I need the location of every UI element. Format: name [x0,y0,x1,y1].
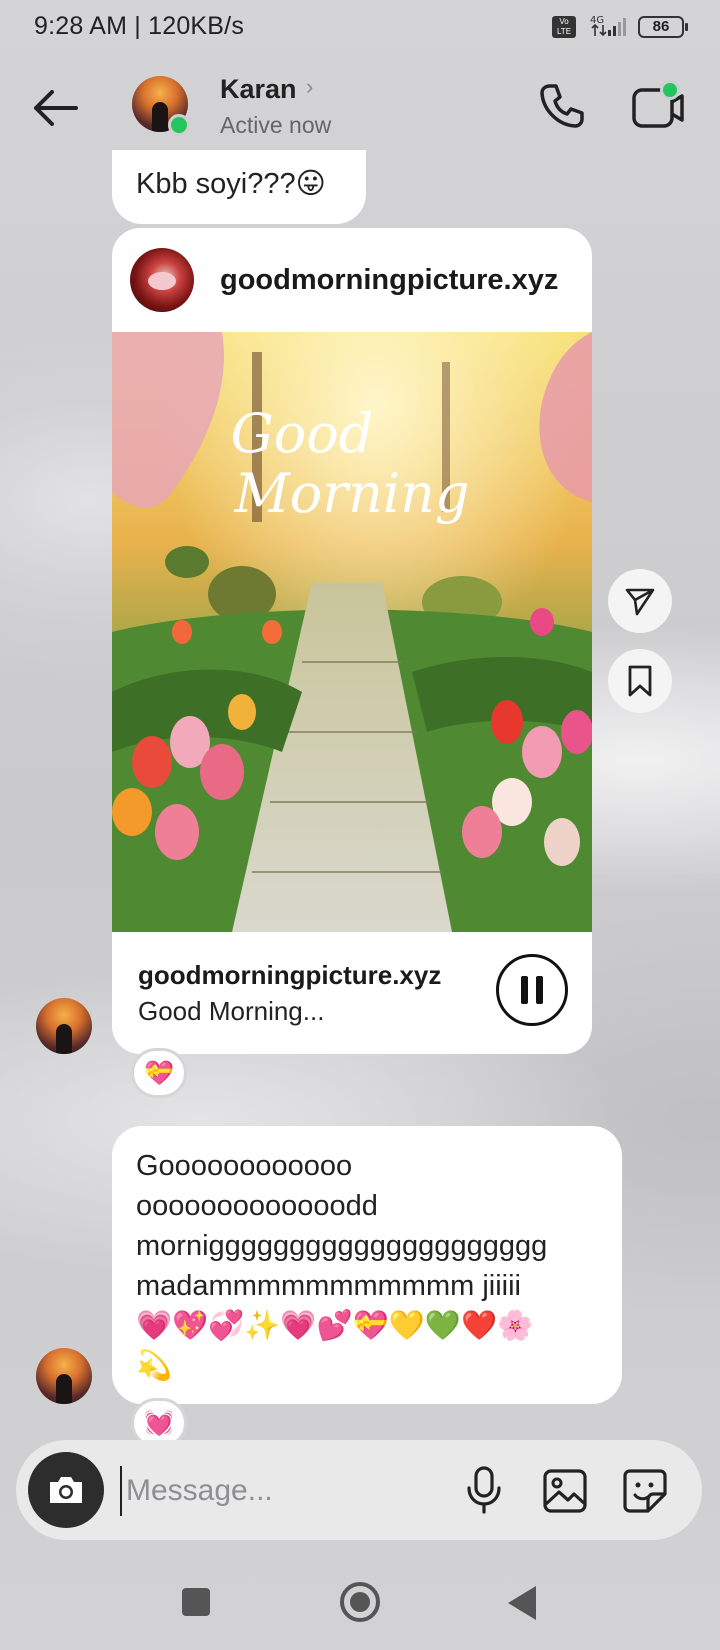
post-caption: Good Morning... [138,996,325,1026]
recent-apps-button[interactable] [182,1588,210,1616]
phone-icon [540,84,584,128]
message-text: Kbb soyi???😛 [136,168,326,200]
signal-icon: 4G [590,15,626,37]
back-button[interactable] [28,84,84,132]
camera-icon [50,1477,82,1503]
svg-text:Good: Good [231,402,374,465]
sticker-icon [623,1469,667,1513]
save-button[interactable] [608,649,672,713]
battery-icon: 86 [638,16,688,38]
message-reaction[interactable]: 💝 [131,1048,187,1098]
online-indicator [168,114,190,136]
image-icon [543,1469,587,1513]
send-icon [625,588,655,616]
sender-avatar[interactable] [36,998,92,1054]
chevron-right-icon: › [306,74,314,99]
contact-name[interactable]: Karan [220,74,297,105]
post-footer-account: goodmorningpicture.xyz [138,960,442,990]
shared-post-card[interactable]: goodmorningpicture.xyz Good Morning good… [112,228,592,1054]
camera-button[interactable] [28,1452,104,1528]
status-icons: Vo LTE 4G 86 [552,14,688,40]
status-time: 9:28 AM | 120KB/s [34,12,245,40]
status-bar: 9:28 AM | 120KB/s Vo LTE 4G 86 [0,0,720,56]
voice-message-button[interactable] [462,1462,506,1518]
svg-text:Morning: Morning [233,462,469,525]
volte-icon: Vo LTE [552,16,576,38]
sticker-button[interactable] [620,1466,670,1516]
pause-icon [521,976,528,1004]
message-text: Goooooooooooo ooooooooooooodd morniggggg… [136,1150,548,1382]
chat-header: Karan › Active now [0,62,720,152]
voice-call-button[interactable] [534,78,590,134]
post-avatar-graphic [148,272,176,290]
bookmark-icon [628,665,652,697]
pause-button[interactable] [496,954,568,1026]
post-image[interactable]: Good Morning [112,332,592,932]
share-button[interactable] [608,569,672,633]
sender-avatar[interactable] [36,1348,92,1404]
arrow-left-icon [34,90,78,126]
gallery-button[interactable] [540,1466,590,1516]
home-icon [350,1592,370,1612]
message-input[interactable] [120,1466,440,1516]
microphone-icon [467,1466,501,1514]
home-button[interactable] [340,1582,380,1622]
contact-status: Active now [220,112,332,138]
post-account-name[interactable]: goodmorningpicture.xyz [220,264,558,297]
garden-illustration: Good Morning [112,332,592,932]
nav-back-button[interactable] [508,1586,536,1620]
svg-text:4G: 4G [590,15,604,26]
pause-icon [536,976,543,1004]
video-active-indicator [660,80,680,100]
